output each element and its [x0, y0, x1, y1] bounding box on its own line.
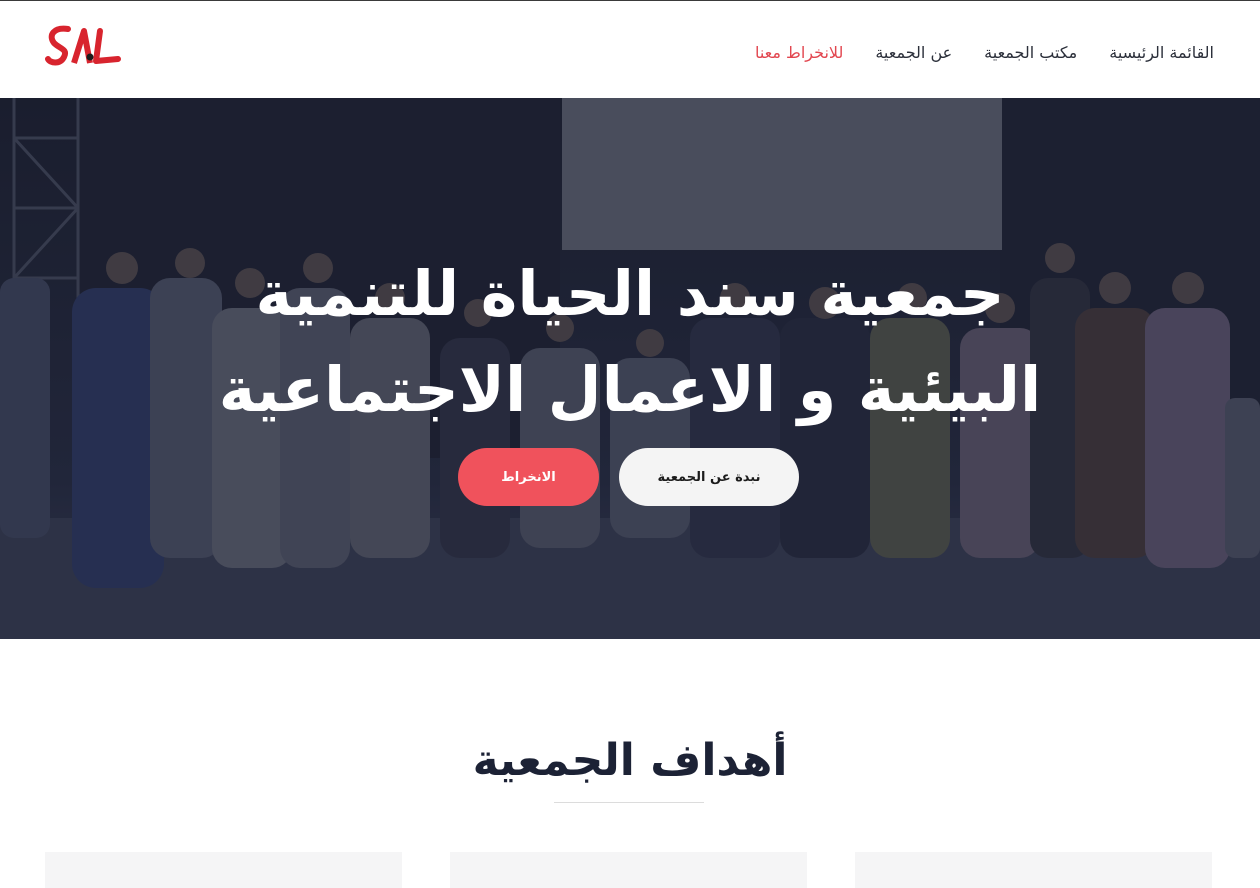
main-nav: القائمة الرئيسية مكتب الجمعية عن الجمعية…	[755, 39, 1214, 65]
hero-title-line2: البيئية و الاعمال الاجتماعية	[218, 353, 1042, 426]
goals-section-title: أهداف الجمعية	[472, 735, 788, 786]
join-button[interactable]: الانخراط	[458, 448, 599, 506]
site-header: القائمة الرئيسية مكتب الجمعية عن الجمعية…	[0, 1, 1260, 98]
logo[interactable]	[44, 19, 126, 73]
hero-title: جمعية سند الحياة للتنمية البيئية و الاعم…	[130, 246, 1130, 438]
goal-card	[45, 852, 402, 888]
section-divider	[554, 802, 704, 803]
hero-banner: جمعية سند الحياة للتنمية البيئية و الاعم…	[0, 98, 1260, 639]
nav-item-join[interactable]: للانخراط معنا	[755, 43, 843, 62]
hero-title-line1: جمعية سند الحياة للتنمية	[255, 257, 1005, 330]
nav-item-office[interactable]: مكتب الجمعية	[984, 43, 1077, 62]
logo-icon	[45, 25, 121, 66]
goal-card	[855, 852, 1212, 888]
nav-item-about[interactable]: عن الجمعية	[875, 43, 952, 62]
goal-card	[450, 852, 807, 888]
nav-item-home[interactable]: القائمة الرئيسية	[1109, 43, 1214, 62]
about-button[interactable]: نبدة عن الجمعية	[619, 448, 799, 506]
